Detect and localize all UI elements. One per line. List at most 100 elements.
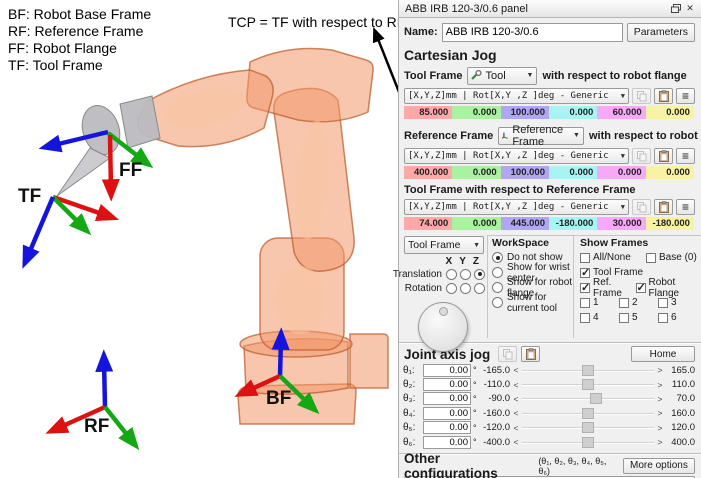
pose-field-rx[interactable]: 0.000	[549, 106, 597, 119]
joint-slider[interactable]	[522, 422, 654, 433]
rotation-x-radio[interactable]	[446, 283, 457, 294]
workspace-radio[interactable]	[492, 282, 503, 293]
frame-6-checkbox[interactable]	[658, 313, 668, 323]
joint-slider-handle[interactable]	[590, 393, 602, 404]
pose-menu-button[interactable]: ≡	[676, 148, 695, 164]
pose-field-ry[interactable]: 30.000	[597, 217, 645, 230]
show-frames-checkbox-item[interactable]: Robot Flange	[636, 277, 697, 299]
joint-value-input[interactable]	[423, 392, 471, 405]
joint-value-input[interactable]	[423, 436, 471, 449]
close-panel-button[interactable]: ✕	[683, 2, 697, 15]
show-frames-checkbox-item[interactable]: 3	[658, 297, 697, 308]
pose-field-y[interactable]: 0.000	[452, 217, 500, 230]
rotation-y-radio[interactable]	[460, 283, 471, 294]
paste-pose-button[interactable]	[654, 199, 673, 215]
all-none-checkbox[interactable]	[580, 253, 590, 263]
show-frames-checkbox-item[interactable]: 6	[658, 312, 697, 323]
ref-frame-checkbox[interactable]	[580, 283, 590, 293]
tool-frame-checkbox[interactable]	[580, 268, 590, 278]
show-frames-checkbox-item[interactable]: 5	[619, 312, 658, 323]
paste-pose-button[interactable]	[654, 148, 673, 164]
frame-4-checkbox[interactable]	[580, 313, 590, 323]
frame-2-checkbox[interactable]	[619, 298, 629, 308]
joint-increment-arrow[interactable]: >	[656, 365, 664, 375]
joint-value-input[interactable]	[423, 378, 471, 391]
show-frames-checkbox-item[interactable]: 4	[580, 312, 619, 323]
joint-slider-handle[interactable]	[582, 422, 594, 433]
frame-1-checkbox[interactable]	[580, 298, 590, 308]
workspace-radio[interactable]	[492, 297, 503, 308]
panel-titlebar[interactable]: ABB IRB 120-3/0.6 panel ✕	[399, 0, 701, 18]
joint-slider-handle[interactable]	[582, 437, 594, 448]
copy-joints-button[interactable]	[498, 346, 517, 362]
copy-pose-button[interactable]	[632, 148, 651, 164]
parameters-button[interactable]: Parameters	[627, 23, 695, 42]
joint-increment-arrow[interactable]: >	[656, 408, 664, 418]
pose-field-y[interactable]: 0.000	[452, 166, 500, 179]
frame-5-checkbox[interactable]	[619, 313, 629, 323]
copy-pose-button[interactable]	[632, 88, 651, 104]
jog-frame-combo[interactable]: Tool Frame ▼	[404, 236, 484, 254]
pose-field-ry[interactable]: 60.000	[597, 106, 645, 119]
joint-increment-arrow[interactable]: >	[656, 394, 664, 404]
jog-knob[interactable]	[418, 302, 468, 352]
base-checkbox[interactable]	[646, 253, 656, 263]
paste-joints-button[interactable]	[521, 346, 540, 362]
pose-field-rz[interactable]: 0.000	[646, 106, 694, 119]
joint-increment-arrow[interactable]: >	[656, 437, 664, 447]
workspace-option[interactable]: Show for current tool	[492, 295, 573, 310]
show-frames-checkbox-item[interactable]: Ref. Frame	[580, 277, 636, 299]
joint-slider[interactable]	[522, 365, 654, 376]
float-panel-button[interactable]	[669, 2, 683, 15]
joint-decrement-arrow[interactable]: <	[512, 365, 520, 375]
pose-field-z[interactable]: 445.000	[501, 217, 549, 230]
pose-field-ry[interactable]: 0.000	[597, 166, 645, 179]
joint-slider-handle[interactable]	[582, 379, 594, 390]
joint-slider-handle[interactable]	[582, 408, 594, 419]
pose-field-y[interactable]: 0.000	[452, 106, 500, 119]
show-frames-checkbox-item[interactable]: Base (0)	[646, 252, 697, 263]
joint-slider[interactable]	[522, 437, 654, 448]
translation-x-radio[interactable]	[446, 269, 457, 280]
pose-field-x[interactable]: 74.000	[404, 217, 452, 230]
pose-field-rz[interactable]: -180.000	[646, 217, 694, 230]
joint-slider-handle[interactable]	[582, 365, 594, 376]
joint-increment-arrow[interactable]: >	[656, 423, 664, 433]
workspace-radio[interactable]	[492, 267, 503, 278]
pose-format-combo[interactable]: [X,Y,Z]mm | Rot[X,Y ,Z ]deg - Generic ▼	[404, 199, 629, 215]
pose-field-rx[interactable]: 0.000	[549, 166, 597, 179]
joint-value-input[interactable]	[423, 421, 471, 434]
copy-pose-button[interactable]	[632, 199, 651, 215]
joint-decrement-arrow[interactable]: <	[512, 423, 520, 433]
translation-y-radio[interactable]	[460, 269, 471, 280]
home-button[interactable]: Home	[631, 346, 695, 362]
workspace-radio[interactable]	[492, 252, 503, 263]
joint-decrement-arrow[interactable]: <	[512, 437, 520, 447]
joint-slider[interactable]	[522, 393, 654, 404]
tool-frame-combo[interactable]: Tool ▼	[467, 67, 537, 85]
pose-field-rx[interactable]: -180.000	[549, 217, 597, 230]
pose-menu-button[interactable]: ≡	[676, 199, 695, 215]
joint-value-input[interactable]	[423, 407, 471, 420]
pose-menu-button[interactable]: ≡	[676, 88, 695, 104]
frame-3-checkbox[interactable]	[658, 298, 668, 308]
translation-z-radio[interactable]	[474, 269, 485, 280]
pose-field-x[interactable]: 85.000	[404, 106, 452, 119]
show-frames-checkbox-item[interactable]: 2	[619, 297, 658, 308]
joint-decrement-arrow[interactable]: <	[512, 408, 520, 418]
pose-format-combo[interactable]: [X,Y,Z]mm | Rot[X,Y ,Z ]deg - Generic ▼	[404, 88, 629, 104]
rotation-z-radio[interactable]	[474, 283, 485, 294]
pose-field-z[interactable]: 100.000	[501, 166, 549, 179]
robot-flange-checkbox[interactable]	[636, 283, 646, 293]
show-frames-checkbox-item[interactable]: All/None	[580, 252, 646, 263]
more-options-button[interactable]: More options	[623, 458, 695, 474]
show-frames-checkbox-item[interactable]: 1	[580, 297, 619, 308]
joint-increment-arrow[interactable]: >	[656, 380, 664, 390]
pose-field-rz[interactable]: 0.000	[646, 166, 694, 179]
joint-decrement-arrow[interactable]: <	[512, 380, 520, 390]
joint-decrement-arrow[interactable]: <	[512, 394, 520, 404]
pose-field-x[interactable]: 400.000	[404, 166, 452, 179]
joint-slider[interactable]	[522, 379, 654, 390]
reference-frame-combo[interactable]: Reference Frame ▼	[498, 127, 584, 145]
name-input[interactable]	[442, 23, 623, 42]
